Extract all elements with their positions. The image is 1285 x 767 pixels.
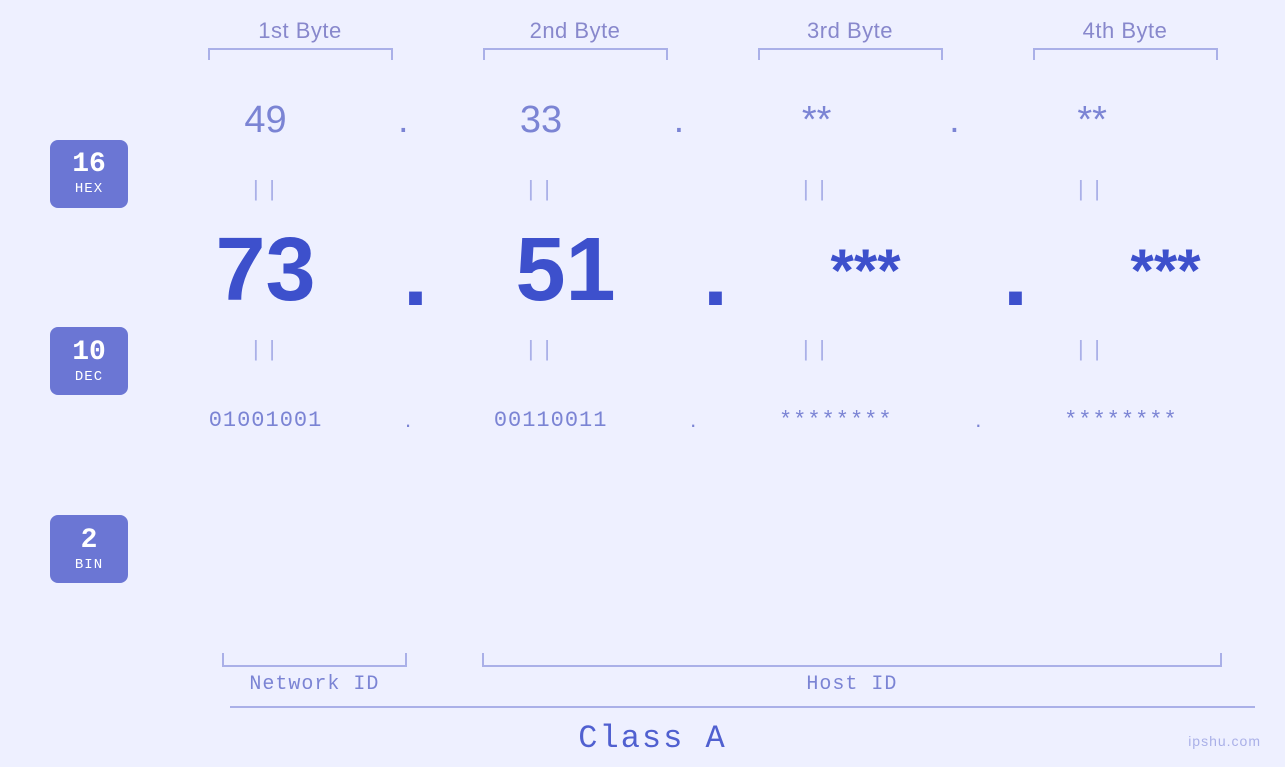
network-bracket bbox=[222, 653, 407, 667]
bracket1 bbox=[163, 48, 438, 60]
bottom-brackets bbox=[50, 653, 1255, 667]
dot-bin-1: . bbox=[405, 407, 411, 433]
bin-val-3: ******** bbox=[779, 408, 893, 433]
hex-val-2: 33 bbox=[520, 99, 562, 142]
host-bracket bbox=[482, 653, 1222, 667]
bracket-line-2 bbox=[483, 48, 668, 60]
bin-cell-4: ******** bbox=[983, 408, 1258, 433]
network-bracket-wrap bbox=[180, 653, 449, 667]
dec-badge: 10 DEC bbox=[50, 327, 128, 395]
equals-sym-2: || bbox=[524, 178, 556, 203]
bin-cell-2: 00110011 bbox=[413, 408, 688, 433]
host-label-wrap: Host ID bbox=[449, 673, 1255, 696]
equals-sym-4: || bbox=[1074, 178, 1106, 203]
bin-val-4: ******** bbox=[1064, 408, 1178, 433]
equals-cell-1: || bbox=[128, 178, 403, 203]
bin-badge: 2 BIN bbox=[50, 515, 128, 583]
hex-base: HEX bbox=[75, 181, 103, 197]
byte-headers: 1st Byte 2nd Byte 3rd Byte 4th Byte bbox=[0, 18, 1285, 44]
equals-row-2: || || || || bbox=[128, 330, 1285, 370]
dec-cell-3: *** bbox=[728, 236, 1003, 305]
bin-cell-3: ******** bbox=[698, 408, 973, 433]
class-line bbox=[230, 706, 1255, 708]
equals-sym-3: || bbox=[799, 178, 831, 203]
dot-dec-2: . bbox=[703, 230, 728, 320]
hex-val-1: 49 bbox=[244, 99, 286, 142]
dec-cell-4: *** bbox=[1028, 236, 1285, 305]
hex-cell-3: ** bbox=[679, 99, 954, 142]
equals-cell-7: || bbox=[678, 338, 953, 363]
hex-cell-2: 33 bbox=[404, 99, 679, 142]
bracket2 bbox=[438, 48, 713, 60]
bracket-line-4 bbox=[1033, 48, 1218, 60]
equals-cell-2: || bbox=[403, 178, 678, 203]
hex-cell-1: 49 bbox=[128, 99, 403, 142]
equals-cell-5: || bbox=[128, 338, 403, 363]
top-brackets bbox=[0, 48, 1285, 60]
host-bracket-wrap bbox=[449, 653, 1255, 667]
equals-cell-3: || bbox=[678, 178, 953, 203]
content-area: 16 HEX 10 DEC 2 BIN 49 . 33 bbox=[0, 70, 1285, 653]
equals-row-1: || || || || bbox=[128, 170, 1285, 210]
equals-sym-8: || bbox=[1074, 338, 1106, 363]
hex-row: 49 . 33 . ** . ** bbox=[128, 70, 1285, 170]
hex-val-3: ** bbox=[802, 99, 832, 142]
bottom-area: Network ID Host ID Class A bbox=[0, 653, 1285, 757]
equals-sym-6: || bbox=[524, 338, 556, 363]
equals-cell-8: || bbox=[953, 338, 1228, 363]
bracket4 bbox=[988, 48, 1263, 60]
byte2-header: 2nd Byte bbox=[438, 18, 713, 44]
equals-sym-5: || bbox=[249, 338, 281, 363]
hex-val-4: ** bbox=[1077, 99, 1107, 142]
network-label-wrap: Network ID bbox=[180, 673, 449, 696]
equals-sym-7: || bbox=[799, 338, 831, 363]
class-row: Class A bbox=[50, 720, 1255, 757]
dec-val-1: 73 bbox=[215, 219, 315, 322]
equals-cell-4: || bbox=[953, 178, 1228, 203]
dec-val-4: *** bbox=[1131, 236, 1201, 305]
byte3-header: 3rd Byte bbox=[713, 18, 988, 44]
bracket-line-1 bbox=[208, 48, 393, 60]
network-id-label: Network ID bbox=[249, 673, 379, 696]
byte4-header: 4th Byte bbox=[988, 18, 1263, 44]
labels-column: 16 HEX 10 DEC 2 BIN bbox=[50, 70, 128, 653]
byte1-header: 1st Byte bbox=[163, 18, 438, 44]
bin-base: BIN bbox=[75, 557, 103, 573]
equals-cell-6: || bbox=[403, 338, 678, 363]
dot-bin-2: . bbox=[690, 407, 696, 433]
hex-badge: 16 HEX bbox=[50, 140, 128, 208]
bottom-labels: Network ID Host ID bbox=[50, 673, 1255, 696]
dec-cell-2: 51 bbox=[428, 219, 703, 322]
dec-val-2: 51 bbox=[515, 219, 615, 322]
bracket3 bbox=[713, 48, 988, 60]
bin-num: 2 bbox=[81, 526, 98, 557]
class-label: Class A bbox=[578, 720, 726, 757]
hex-num: 16 bbox=[72, 150, 106, 181]
dec-cell-1: 73 bbox=[128, 219, 403, 322]
bin-row: 01001001 . 00110011 . ******** . *******… bbox=[128, 370, 1285, 470]
dec-row: 73 . 51 . *** . *** bbox=[128, 210, 1285, 330]
bin-val-2: 00110011 bbox=[494, 408, 608, 433]
values-column: 49 . 33 . ** . ** || bbox=[128, 70, 1285, 653]
dec-val-3: *** bbox=[831, 236, 901, 305]
bracket-line-3 bbox=[758, 48, 943, 60]
bin-cell-1: 01001001 bbox=[128, 408, 403, 433]
hex-cell-4: ** bbox=[955, 99, 1230, 142]
host-id-label: Host ID bbox=[806, 673, 897, 696]
equals-sym-1: || bbox=[249, 178, 281, 203]
dot-dec-1: . bbox=[403, 230, 428, 320]
dot-bin-3: . bbox=[975, 407, 981, 433]
watermark: ipshu.com bbox=[1188, 733, 1261, 749]
main-container: 1st Byte 2nd Byte 3rd Byte 4th Byte 16 H… bbox=[0, 0, 1285, 767]
dot-dec-3: . bbox=[1003, 230, 1028, 320]
dec-num: 10 bbox=[72, 338, 106, 369]
bin-val-1: 01001001 bbox=[209, 408, 323, 433]
dec-base: DEC bbox=[75, 369, 103, 385]
